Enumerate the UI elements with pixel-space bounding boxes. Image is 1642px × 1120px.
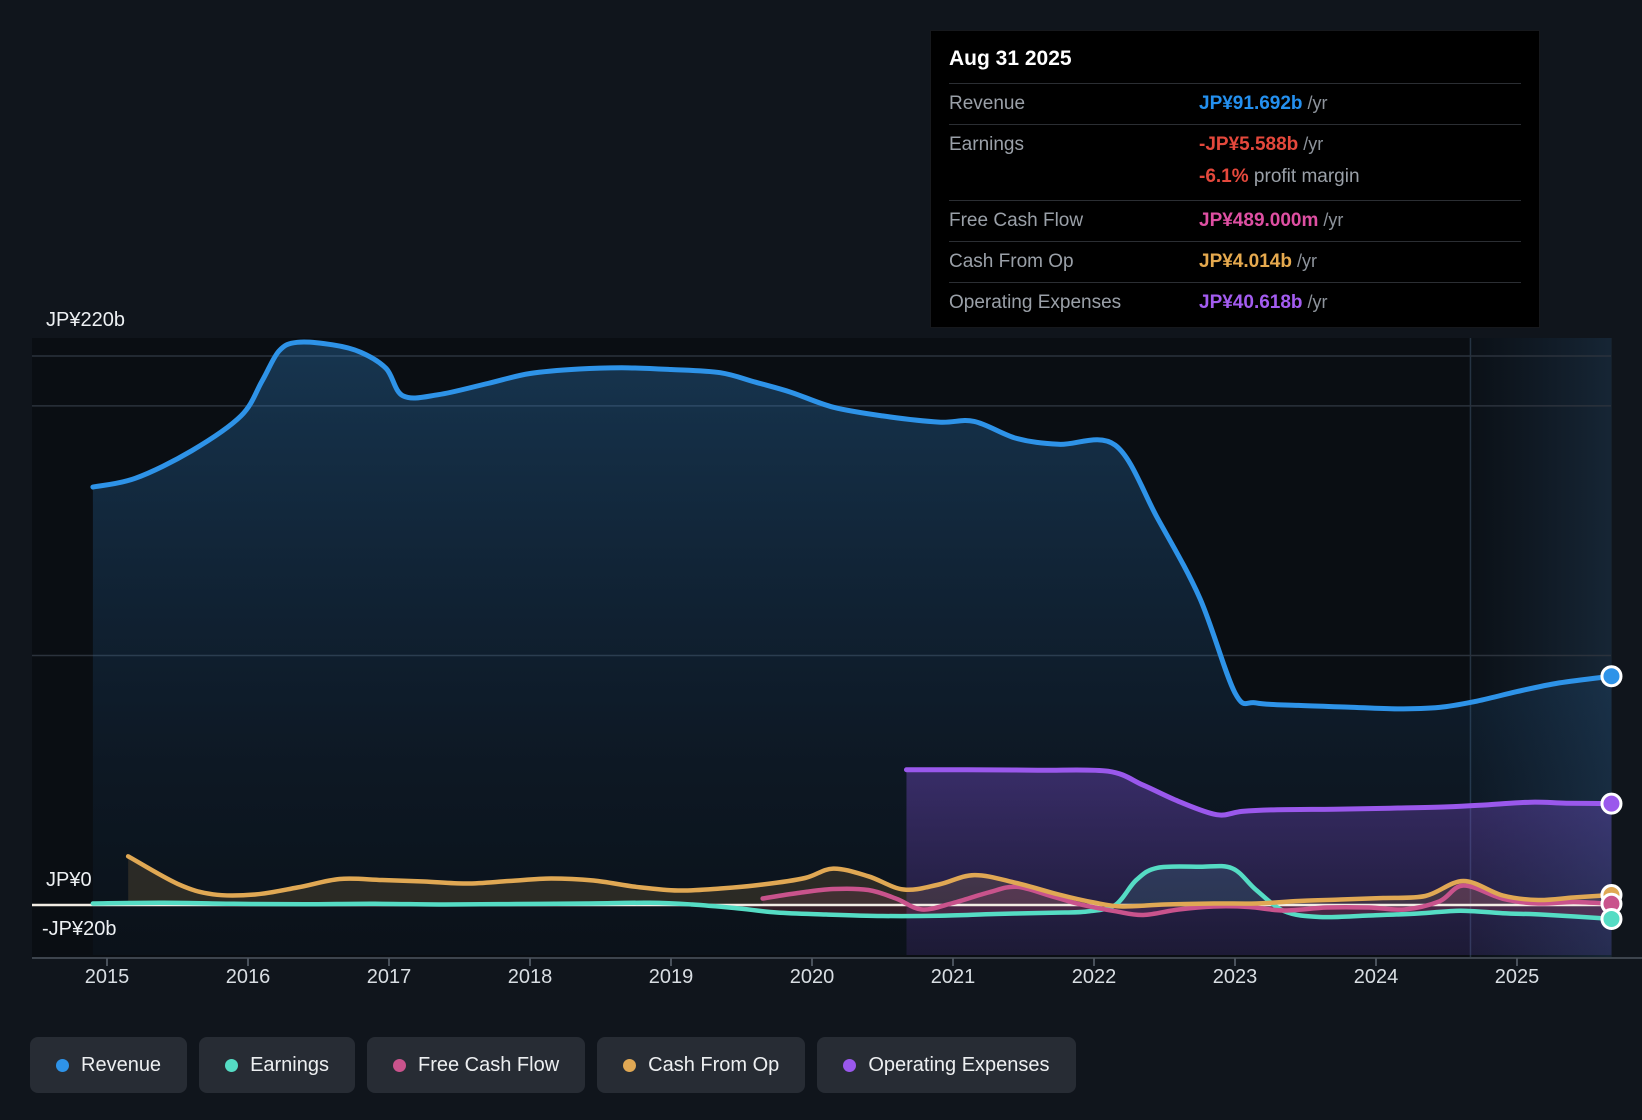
legend-label: Revenue [81,1053,162,1076]
x-axis-label-2018: 2018 [507,966,553,988]
tooltip-row-opex: Operating Expenses JP¥40.618b /yr [949,283,1521,323]
legend-item-opex[interactable]: Operating Expenses [817,1037,1076,1093]
x-axis-label-2016: 2016 [225,966,271,988]
tooltip-label-opex: Operating Expenses [949,292,1122,313]
x-axis-label-2023: 2023 [1212,966,1258,988]
tooltip-label-earnings: Earnings [949,134,1024,155]
opex-end-dot [1600,792,1623,815]
x-axis-label-2017: 2017 [366,966,412,988]
tooltip-row-cashop: Cash From Op JP¥4.014b /yr [949,242,1521,283]
legend-label: Operating Expenses [868,1053,1050,1076]
legend-item-earnings[interactable]: Earnings [199,1037,355,1093]
y-axis-label-zero: JP¥0 [46,869,92,891]
opex-legend-dot-icon [843,1058,857,1072]
legend-item-fcf[interactable]: Free Cash Flow [367,1037,586,1093]
legend-item-revenue[interactable]: Revenue [30,1037,188,1093]
chart-legend: Revenue Earnings Free Cash Flow Cash From O… [30,1037,1076,1093]
x-axis-label-2020: 2020 [789,966,835,988]
tooltip-date: Aug 31 2025 [949,39,1521,84]
tooltip-value-cashop: JP¥4.014b /yr [1199,251,1317,272]
tooltip-value-earnings: -JP¥5.588b /yr [1199,134,1324,155]
fcf-legend-dot-icon [393,1058,406,1072]
tooltip-label-revenue: Revenue [949,93,1026,114]
chart-tooltip: Aug 31 2025 Revenue JP¥91.692b /yr Earni… [930,30,1540,328]
cashop-legend-dot-icon [623,1058,637,1072]
x-axis-label-2019: 2019 [648,966,694,988]
x-axis-label-2015: 2015 [84,966,130,988]
y-axis-label-negative: -JP¥20b [42,918,117,940]
x-axis-label-2021: 2021 [930,966,976,988]
y-axis-label-top: JP¥220b [46,309,125,331]
tooltip-value-opex: JP¥40.618b /yr [1199,292,1328,313]
legend-label: Earnings [250,1053,329,1076]
earnings-legend-dot-icon [225,1058,239,1072]
tooltip-row-revenue: Revenue JP¥91.692b /yr [949,84,1521,125]
tooltip-label-fcf: Free Cash Flow [949,210,1084,231]
revenue-legend-dot-icon [56,1058,69,1072]
tooltip-row-fcf: Free Cash Flow JP¥489.000m /yr [949,201,1521,242]
revenue-end-dot [1600,665,1623,688]
legend-label: Cash From Op [648,1053,780,1076]
tooltip-value-revenue: JP¥91.692b /yr [1199,93,1328,114]
x-axis-label-2022: 2022 [1071,966,1117,988]
tooltip-label-cashop: Cash From Op [949,251,1074,272]
tooltip-profit-margin: -6.1% profit margin [1199,166,1360,187]
stock-financials-chart-screen: JP¥220b JP¥0 -JP¥20b 2015 2016 2017 2018 201… [0,0,1642,1120]
legend-item-cashop[interactable]: Cash From Op [597,1037,806,1093]
tooltip-value-fcf: JP¥489.000m /yr [1199,210,1344,231]
x-axis-label-2024: 2024 [1353,966,1399,988]
legend-label: Free Cash Flow [418,1053,560,1076]
tooltip-row-earnings: Earnings -JP¥5.588b /yr -6.1% profit mar… [949,125,1521,201]
earnings-end-dot [1600,907,1623,930]
x-axis-label-2025: 2025 [1494,966,1540,988]
